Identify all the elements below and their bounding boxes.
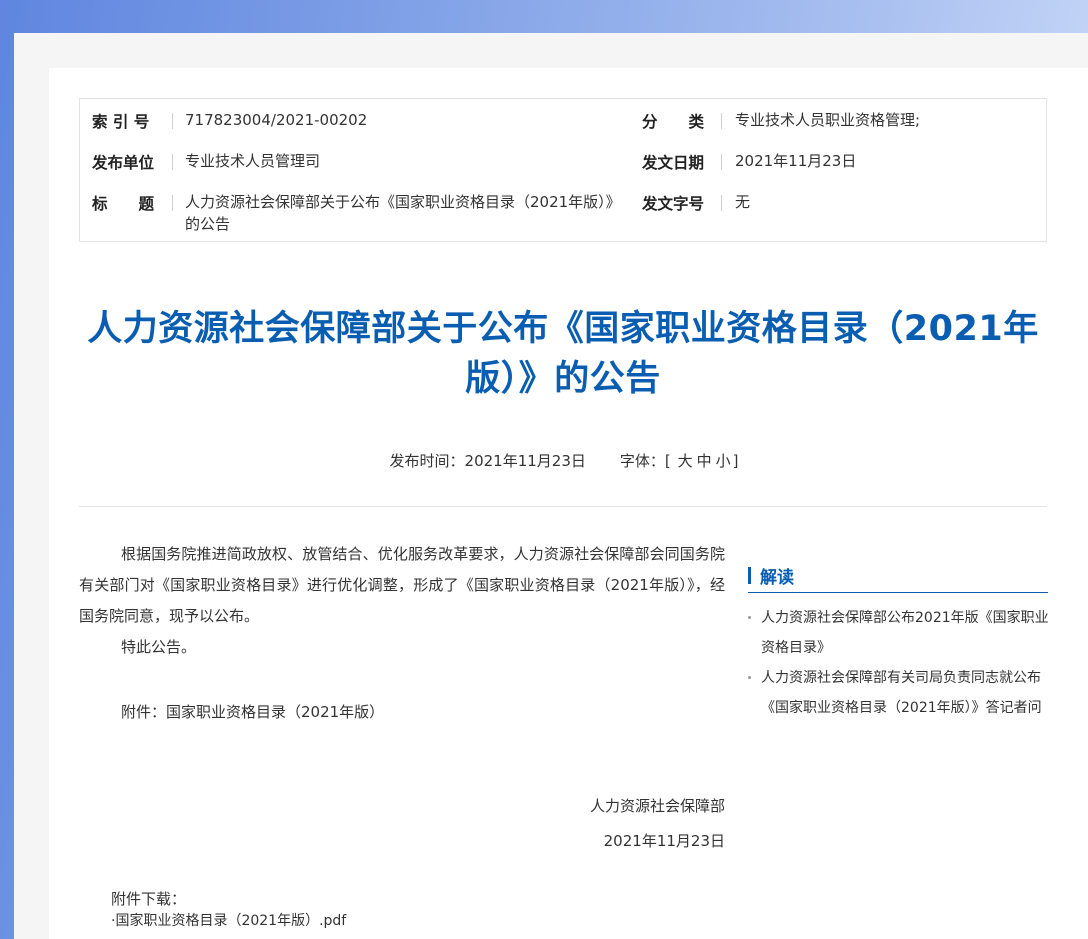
- attachment-note: 附件：国家职业资格目录（2021年版）: [121, 703, 385, 721]
- meta-title-value: 人力资源社会保障部关于公布《国家职业资格目录（2021年版）》的公告: [185, 193, 614, 233]
- signature-date: 2021年11月23日: [603, 832, 725, 850]
- heading-accent-bar: [748, 567, 751, 584]
- publish-info-line: 发布时间：2021年11月23日 字体：[ 大中小]: [0, 450, 1088, 471]
- publish-time-value: 2021年11月23日: [464, 452, 586, 470]
- meta-issue-date-label: 发文日期: [642, 154, 705, 172]
- interpretation-link[interactable]: 人力资源社会保障部有关司局负责同志就公布《国家职业资格目录（2021年版）》答记…: [761, 670, 1042, 716]
- body-paragraph: 根据国务院推进简政放权、放管结合、优化服务改革要求，人力资源社会保障部会同国务院…: [79, 545, 725, 625]
- meta-separator: [172, 113, 173, 129]
- interpretation-heading: 解读: [748, 563, 1048, 593]
- list-item: 人力资源社会保障部公布2021年版《国家职业资格目录》: [748, 603, 1050, 663]
- signature-organization: 人力资源社会保障部: [589, 797, 725, 815]
- interpretation-heading-text: 解读: [760, 568, 794, 588]
- font-size-bracket-close: ]: [732, 452, 739, 470]
- list-item: 人力资源社会保障部有关司局负责同志就公布《国家职业资格目录（2021年版）》答记…: [748, 663, 1050, 723]
- meta-separator: [721, 195, 722, 211]
- font-size-small-option[interactable]: 小: [716, 452, 731, 470]
- document-title: 人力资源社会保障部关于公布《国家职业资格目录（2021年版）》的公告: [87, 309, 1039, 399]
- meta-separator: [172, 154, 173, 170]
- title-divider: [79, 506, 1047, 507]
- document-meta-box: 索 引 号 717823004/2021-00202 分 类 专业技术人员职业资…: [79, 98, 1047, 242]
- bullet-icon: [748, 616, 751, 619]
- font-size-large-option[interactable]: 大: [678, 452, 693, 470]
- attachment-download-link[interactable]: ·国家职业资格目录（2021年版）.pdf: [111, 910, 346, 930]
- meta-category-value: 专业技术人员职业资格管理;: [735, 111, 921, 129]
- interpretation-link[interactable]: 人力资源社会保障部公布2021年版《国家职业资格目录》: [761, 610, 1049, 656]
- font-size-bracket-open: [: [664, 452, 671, 470]
- meta-category-label: 分 类: [642, 113, 705, 131]
- meta-separator: [721, 113, 722, 129]
- meta-index-no-value: 717823004/2021-00202: [185, 111, 368, 129]
- meta-separator: [172, 195, 173, 211]
- document-card: 索 引 号 717823004/2021-00202 分 类 专业技术人员职业资…: [49, 68, 1088, 939]
- meta-issue-date-value: 2021年11月23日: [735, 152, 857, 170]
- meta-publisher-value: 专业技术人员管理司: [185, 152, 321, 170]
- document-body: 根据国务院推进简政放权、放管结合、优化服务改革要求，人力资源社会保障部会同国务院…: [79, 539, 725, 663]
- body-paragraph: 特此公告。: [121, 638, 197, 656]
- meta-index-no-label: 索 引 号: [92, 113, 150, 131]
- meta-separator: [721, 154, 722, 170]
- font-size-label: 字体：: [619, 452, 665, 470]
- meta-doc-no-label: 发文字号: [642, 195, 705, 213]
- publish-time-label: 发布时间：: [389, 452, 465, 470]
- font-size-medium-option[interactable]: 中: [697, 452, 712, 470]
- meta-publisher-label: 发布单位: [92, 154, 155, 172]
- meta-doc-no-value: 无: [735, 193, 751, 211]
- attachment-download-title: 附件下载：: [111, 890, 187, 908]
- bullet-icon: [748, 676, 751, 679]
- meta-title-label: 标 题: [92, 195, 155, 213]
- interpretation-list: 人力资源社会保障部公布2021年版《国家职业资格目录》 人力资源社会保障部有关司…: [748, 603, 1050, 723]
